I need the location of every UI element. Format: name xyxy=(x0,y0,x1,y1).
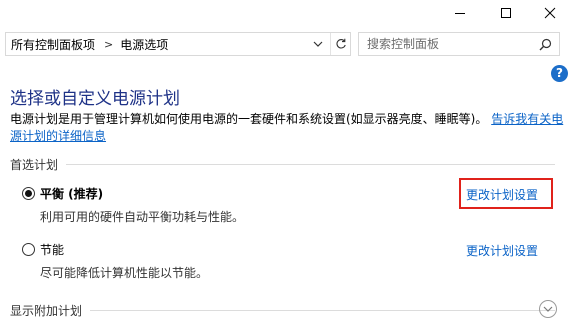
plan-power-saver-name[interactable]: 节能 xyxy=(40,241,64,258)
chevron-down-icon xyxy=(313,41,323,47)
plan-power-saver-radio[interactable] xyxy=(22,243,35,256)
search-box[interactable] xyxy=(358,32,560,56)
help-icon[interactable]: ? xyxy=(551,65,568,82)
section-divider xyxy=(90,309,555,311)
breadcrumb-power-options[interactable]: 电源选项 xyxy=(120,36,168,53)
section-divider xyxy=(66,163,555,165)
additional-plans-section[interactable]: 显示附加计划 xyxy=(10,302,555,319)
chevron-down-icon xyxy=(543,306,553,312)
minimize-icon xyxy=(455,13,465,14)
close-button[interactable] xyxy=(527,0,570,26)
plan-balanced-radio[interactable] xyxy=(22,187,35,200)
show-additional-plans-button[interactable] xyxy=(539,300,557,318)
change-plan-settings-link-balanced[interactable]: 更改计划设置 xyxy=(466,186,538,203)
plan-balanced-description: 利用可用的硬件自动平衡功耗与性能。 xyxy=(40,210,245,224)
breadcrumb-separator[interactable]: > xyxy=(104,38,113,51)
maximize-button[interactable] xyxy=(483,0,529,26)
close-icon xyxy=(544,7,556,19)
address-dropdown-button[interactable] xyxy=(306,33,330,55)
page-description: 电源计划是用于管理计算机如何使用电源的一套硬件和系统设置(如显示器亮度、睡眠等)… xyxy=(10,111,565,145)
plan-balanced-name[interactable]: 平衡 (推荐) xyxy=(40,185,103,202)
plan-power-saver-description: 尽可能降低计算机性能以节能。 xyxy=(40,266,209,280)
search-input[interactable] xyxy=(367,37,537,51)
maximize-icon xyxy=(501,8,511,18)
address-bar[interactable]: 所有控制面板项 > 电源选项 xyxy=(5,32,351,56)
breadcrumb-control-panel-items[interactable]: 所有控制面板项 xyxy=(11,36,95,53)
refresh-button[interactable] xyxy=(330,33,351,55)
refresh-icon xyxy=(336,38,346,49)
change-plan-settings-link-power-saver[interactable]: 更改计划设置 xyxy=(466,242,538,259)
search-button[interactable] xyxy=(537,36,553,52)
additional-plans-heading[interactable]: 显示附加计划 xyxy=(10,302,82,319)
preferred-plans-section: 首选计划 xyxy=(10,157,555,172)
description-text: 电源计划是用于管理计算机如何使用电源的一套硬件和系统设置(如显示器亮度、睡眠等)… xyxy=(10,112,488,126)
page-title: 选择或自定义电源计划 xyxy=(10,89,180,109)
minimize-button[interactable] xyxy=(437,0,483,26)
search-icon xyxy=(539,38,551,50)
preferred-plans-heading: 首选计划 xyxy=(10,157,59,172)
